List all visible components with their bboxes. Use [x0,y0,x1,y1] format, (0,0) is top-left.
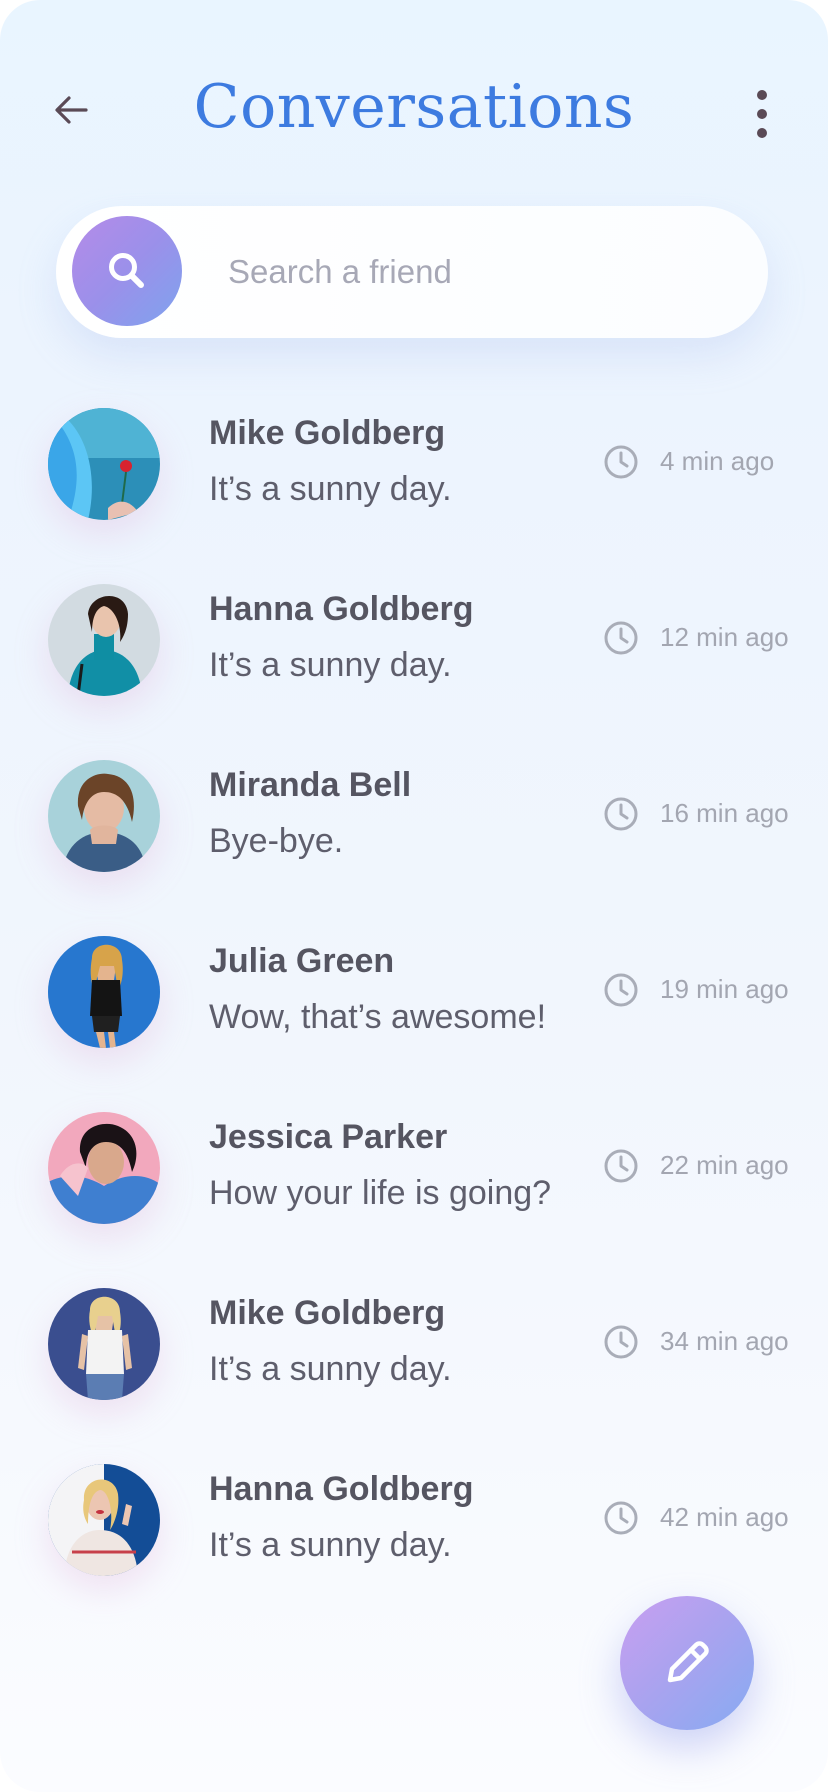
search-input[interactable] [228,242,728,302]
contact-name: Hanna Goldberg [209,1470,474,1508]
header: Conversations [0,0,828,220]
search-button[interactable] [72,216,182,326]
message-preview: It’s a sunny day. [209,470,452,508]
avatar [48,760,160,872]
clock-icon [604,1325,638,1359]
message-preview: It’s a sunny day. [209,1350,452,1388]
contact-name: Julia Green [209,942,395,980]
contact-name: Mike Goldberg [209,1294,446,1332]
contact-name: Miranda Bell [209,766,412,804]
timestamp: 22 min ago [660,1150,789,1180]
timestamp: 12 min ago [660,622,789,652]
pencil-icon [667,1641,709,1683]
avatar [48,1288,160,1400]
contact-name: Mike Goldberg [209,414,446,452]
clock-icon [604,797,638,831]
compose-button[interactable] [620,1596,754,1730]
avatar [48,1464,160,1576]
conversation-row[interactable]: Hanna Goldberg It’s a sunny day. 12 min … [0,570,828,746]
timestamp: 16 min ago [660,798,789,828]
contact-name: Jessica Parker [209,1118,448,1156]
contact-name: Hanna Goldberg [209,590,474,628]
avatar [48,1112,160,1224]
timestamp: 34 min ago [660,1326,789,1356]
clock-icon [604,1149,638,1183]
conversation-row[interactable]: Mike Goldberg It’s a sunny day. 4 min ag… [0,394,828,570]
conversation-list: Mike Goldberg It’s a sunny day. 4 min ag… [0,394,828,1626]
avatar [48,408,160,520]
timestamp: 4 min ago [660,446,775,476]
page-title: Conversations [193,72,635,142]
conversation-row[interactable]: Miranda Bell Bye-bye. 16 min ago [0,746,828,922]
timestamp: 19 min ago [660,974,789,1004]
search-icon [109,253,144,288]
clock-icon [604,445,638,479]
message-preview: How your life is going? [209,1174,552,1212]
message-preview: It’s a sunny day. [209,1526,452,1564]
conversation-row[interactable]: Jessica Parker How your life is going? 2… [0,1098,828,1274]
avatar [48,584,160,696]
avatar [48,936,160,1048]
more-vertical-icon [757,90,767,100]
message-preview: It’s a sunny day. [209,646,452,684]
more-options-button[interactable] [742,86,782,142]
conversation-row[interactable]: Mike Goldberg It’s a sunny day. 34 min a… [0,1274,828,1450]
clock-icon [604,621,638,655]
clock-icon [604,973,638,1007]
clock-icon [604,1501,638,1535]
conversation-row[interactable]: Julia Green Wow, that’s awesome! 19 min … [0,922,828,1098]
search-bar [56,206,768,338]
message-preview: Wow, that’s awesome! [209,998,547,1036]
timestamp: 42 min ago [660,1502,789,1532]
conversations-screen: Conversations Search a friend Mike Goldb… [0,0,828,1792]
message-preview: Bye-bye. [209,822,344,860]
